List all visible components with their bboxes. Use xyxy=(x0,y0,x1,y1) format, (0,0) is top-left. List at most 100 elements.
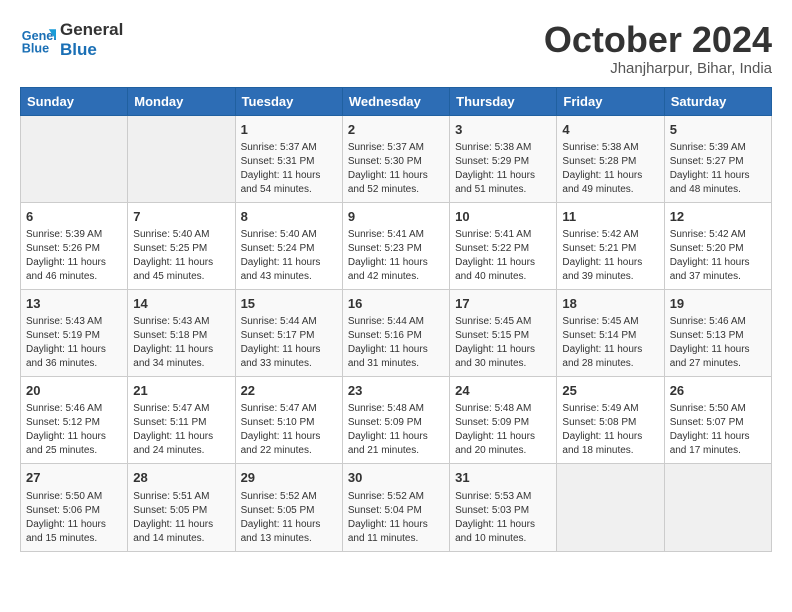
day-number: 8 xyxy=(241,208,337,226)
calendar-cell: 2 Sunrise: 5:37 AMSunset: 5:30 PMDaylight… xyxy=(342,115,449,202)
calendar-cell: 14Sunrise: 5:43 AMSunset: 5:18 PMDayligh… xyxy=(128,289,235,376)
week-row-3: 13 Sunrise: 5:43 AMSunset: 5:19 PMDayligh… xyxy=(21,289,772,376)
header-thursday: Thursday xyxy=(450,87,557,115)
week-row-2: 6 Sunrise: 5:39 AMSunset: 5:26 PMDaylight… xyxy=(21,202,772,289)
day-number: 28 xyxy=(133,469,229,487)
location-subtitle: Jhanjharpur, Bihar, India xyxy=(544,60,772,77)
day-number: 20 xyxy=(26,382,122,400)
cell-info: Sunrise: 5:39 AMSunset: 5:26 PMDaylight:… xyxy=(26,228,122,284)
day-number: 16 xyxy=(348,295,444,313)
cell-info: Sunrise: 5:50 AMSunset: 5:06 PMDaylight:… xyxy=(26,490,122,546)
calendar-cell: 21 Sunrise: 5:47 AMSunset: 5:11 PMDayligh… xyxy=(128,377,235,464)
month-title: October 2024 xyxy=(544,20,772,60)
day-number: 18 xyxy=(562,295,658,313)
calendar-cell: 20 Sunrise: 5:46 AMSunset: 5:12 PMDayligh… xyxy=(21,377,128,464)
svg-text:Blue: Blue xyxy=(22,42,49,56)
cell-info: Sunrise: 5:38 AMSunset: 5:29 PMDaylight:… xyxy=(455,141,551,197)
day-number: 15 xyxy=(241,295,337,313)
header-wednesday: Wednesday xyxy=(342,87,449,115)
logo-icon: General Blue xyxy=(20,22,56,58)
calendar-cell: 22 Sunrise: 5:47 AMSunset: 5:10 PMDayligh… xyxy=(235,377,342,464)
day-number: 2 xyxy=(348,121,444,139)
day-number: 17 xyxy=(455,295,551,313)
day-number: 29 xyxy=(241,469,337,487)
day-number: 31 xyxy=(455,469,551,487)
header-monday: Monday xyxy=(128,87,235,115)
cell-info: Sunrise: 5:43 AMSunset: 5:19 PMDaylight:… xyxy=(26,315,122,371)
day-number: 12 xyxy=(670,208,766,226)
calendar-cell: 9Sunrise: 5:41 AMSunset: 5:23 PMDaylight… xyxy=(342,202,449,289)
day-number: 3 xyxy=(455,121,551,139)
day-number: 1 xyxy=(241,121,337,139)
cell-info: Sunrise: 5:39 AMSunset: 5:27 PMDaylight:… xyxy=(670,141,766,197)
cell-info: Sunrise: 5:40 AMSunset: 5:25 PMDaylight:… xyxy=(133,228,229,284)
cell-info: Sunrise: 5:45 AMSunset: 5:15 PMDaylight:… xyxy=(455,315,551,371)
day-number: 9 xyxy=(348,208,444,226)
day-number: 23 xyxy=(348,382,444,400)
cell-info: Sunrise: 5:42 AMSunset: 5:21 PMDaylight:… xyxy=(562,228,658,284)
calendar-cell: 19Sunrise: 5:46 AMSunset: 5:13 PMDayligh… xyxy=(664,289,771,376)
cell-info: Sunrise: 5:48 AMSunset: 5:09 PMDaylight:… xyxy=(455,402,551,458)
cell-info: Sunrise: 5:47 AMSunset: 5:10 PMDaylight:… xyxy=(241,402,337,458)
calendar-cell xyxy=(128,115,235,202)
cell-info: Sunrise: 5:47 AMSunset: 5:11 PMDaylight:… xyxy=(133,402,229,458)
header-saturday: Saturday xyxy=(664,87,771,115)
calendar-cell: 27 Sunrise: 5:50 AMSunset: 5:06 PMDayligh… xyxy=(21,464,128,551)
logo-line2: Blue xyxy=(60,40,123,60)
cell-info: Sunrise: 5:37 AMSunset: 5:30 PMDaylight:… xyxy=(348,141,444,197)
day-number: 24 xyxy=(455,382,551,400)
cell-info: Sunrise: 5:52 AMSunset: 5:04 PMDaylight:… xyxy=(348,490,444,546)
logo-line1: General xyxy=(60,20,123,40)
calendar-cell: 4 Sunrise: 5:38 AMSunset: 5:28 PMDaylight… xyxy=(557,115,664,202)
calendar-cell: 30 Sunrise: 5:52 AMSunset: 5:04 PMDayligh… xyxy=(342,464,449,551)
calendar-cell xyxy=(557,464,664,551)
cell-info: Sunrise: 5:44 AMSunset: 5:16 PMDaylight:… xyxy=(348,315,444,371)
calendar-body: 1 Sunrise: 5:37 AMSunset: 5:31 PMDaylight… xyxy=(21,115,772,551)
calendar-header: Sunday Monday Tuesday Wednesday Thursday… xyxy=(21,87,772,115)
day-number: 13 xyxy=(26,295,122,313)
cell-info: Sunrise: 5:37 AMSunset: 5:31 PMDaylight:… xyxy=(241,141,337,197)
cell-info: Sunrise: 5:41 AMSunset: 5:22 PMDaylight:… xyxy=(455,228,551,284)
calendar-cell: 25Sunrise: 5:49 AMSunset: 5:08 PMDayligh… xyxy=(557,377,664,464)
cell-info: Sunrise: 5:38 AMSunset: 5:28 PMDaylight:… xyxy=(562,141,658,197)
calendar-cell: 6 Sunrise: 5:39 AMSunset: 5:26 PMDaylight… xyxy=(21,202,128,289)
calendar-cell: 7 Sunrise: 5:40 AMSunset: 5:25 PMDaylight… xyxy=(128,202,235,289)
cell-info: Sunrise: 5:44 AMSunset: 5:17 PMDaylight:… xyxy=(241,315,337,371)
calendar-cell: 13 Sunrise: 5:43 AMSunset: 5:19 PMDayligh… xyxy=(21,289,128,376)
day-number: 21 xyxy=(133,382,229,400)
day-number: 27 xyxy=(26,469,122,487)
day-number: 10 xyxy=(455,208,551,226)
day-number: 7 xyxy=(133,208,229,226)
cell-info: Sunrise: 5:51 AMSunset: 5:05 PMDaylight:… xyxy=(133,490,229,546)
cell-info: Sunrise: 5:50 AMSunset: 5:07 PMDaylight:… xyxy=(670,402,766,458)
cell-info: Sunrise: 5:42 AMSunset: 5:20 PMDaylight:… xyxy=(670,228,766,284)
calendar-cell: 5 Sunrise: 5:39 AMSunset: 5:27 PMDaylight… xyxy=(664,115,771,202)
day-number: 11 xyxy=(562,208,658,226)
calendar-cell: 15 Sunrise: 5:44 AMSunset: 5:17 PMDayligh… xyxy=(235,289,342,376)
calendar-cell: 1 Sunrise: 5:37 AMSunset: 5:31 PMDaylight… xyxy=(235,115,342,202)
day-number: 22 xyxy=(241,382,337,400)
day-number: 4 xyxy=(562,121,658,139)
calendar-table: Sunday Monday Tuesday Wednesday Thursday… xyxy=(20,87,772,552)
day-number: 30 xyxy=(348,469,444,487)
header-row: Sunday Monday Tuesday Wednesday Thursday… xyxy=(21,87,772,115)
page-header: General Blue General Blue October 2024 J… xyxy=(20,20,772,77)
calendar-cell: 10 Sunrise: 5:41 AMSunset: 5:22 PMDayligh… xyxy=(450,202,557,289)
cell-info: Sunrise: 5:46 AMSunset: 5:12 PMDaylight:… xyxy=(26,402,122,458)
calendar-cell: 28 Sunrise: 5:51 AMSunset: 5:05 PMDayligh… xyxy=(128,464,235,551)
day-number: 26 xyxy=(670,382,766,400)
day-number: 6 xyxy=(26,208,122,226)
day-number: 14 xyxy=(133,295,229,313)
calendar-cell: 18 Sunrise: 5:45 AMSunset: 5:14 PMDayligh… xyxy=(557,289,664,376)
day-number: 25 xyxy=(562,382,658,400)
week-row-5: 27 Sunrise: 5:50 AMSunset: 5:06 PMDayligh… xyxy=(21,464,772,551)
week-row-1: 1 Sunrise: 5:37 AMSunset: 5:31 PMDaylight… xyxy=(21,115,772,202)
cell-info: Sunrise: 5:40 AMSunset: 5:24 PMDaylight:… xyxy=(241,228,337,284)
day-number: 5 xyxy=(670,121,766,139)
calendar-cell: 26 Sunrise: 5:50 AMSunset: 5:07 PMDayligh… xyxy=(664,377,771,464)
week-row-4: 20 Sunrise: 5:46 AMSunset: 5:12 PMDayligh… xyxy=(21,377,772,464)
header-friday: Friday xyxy=(557,87,664,115)
calendar-cell: 17 Sunrise: 5:45 AMSunset: 5:15 PMDayligh… xyxy=(450,289,557,376)
calendar-cell: 23Sunrise: 5:48 AMSunset: 5:09 PMDayligh… xyxy=(342,377,449,464)
cell-info: Sunrise: 5:45 AMSunset: 5:14 PMDaylight:… xyxy=(562,315,658,371)
